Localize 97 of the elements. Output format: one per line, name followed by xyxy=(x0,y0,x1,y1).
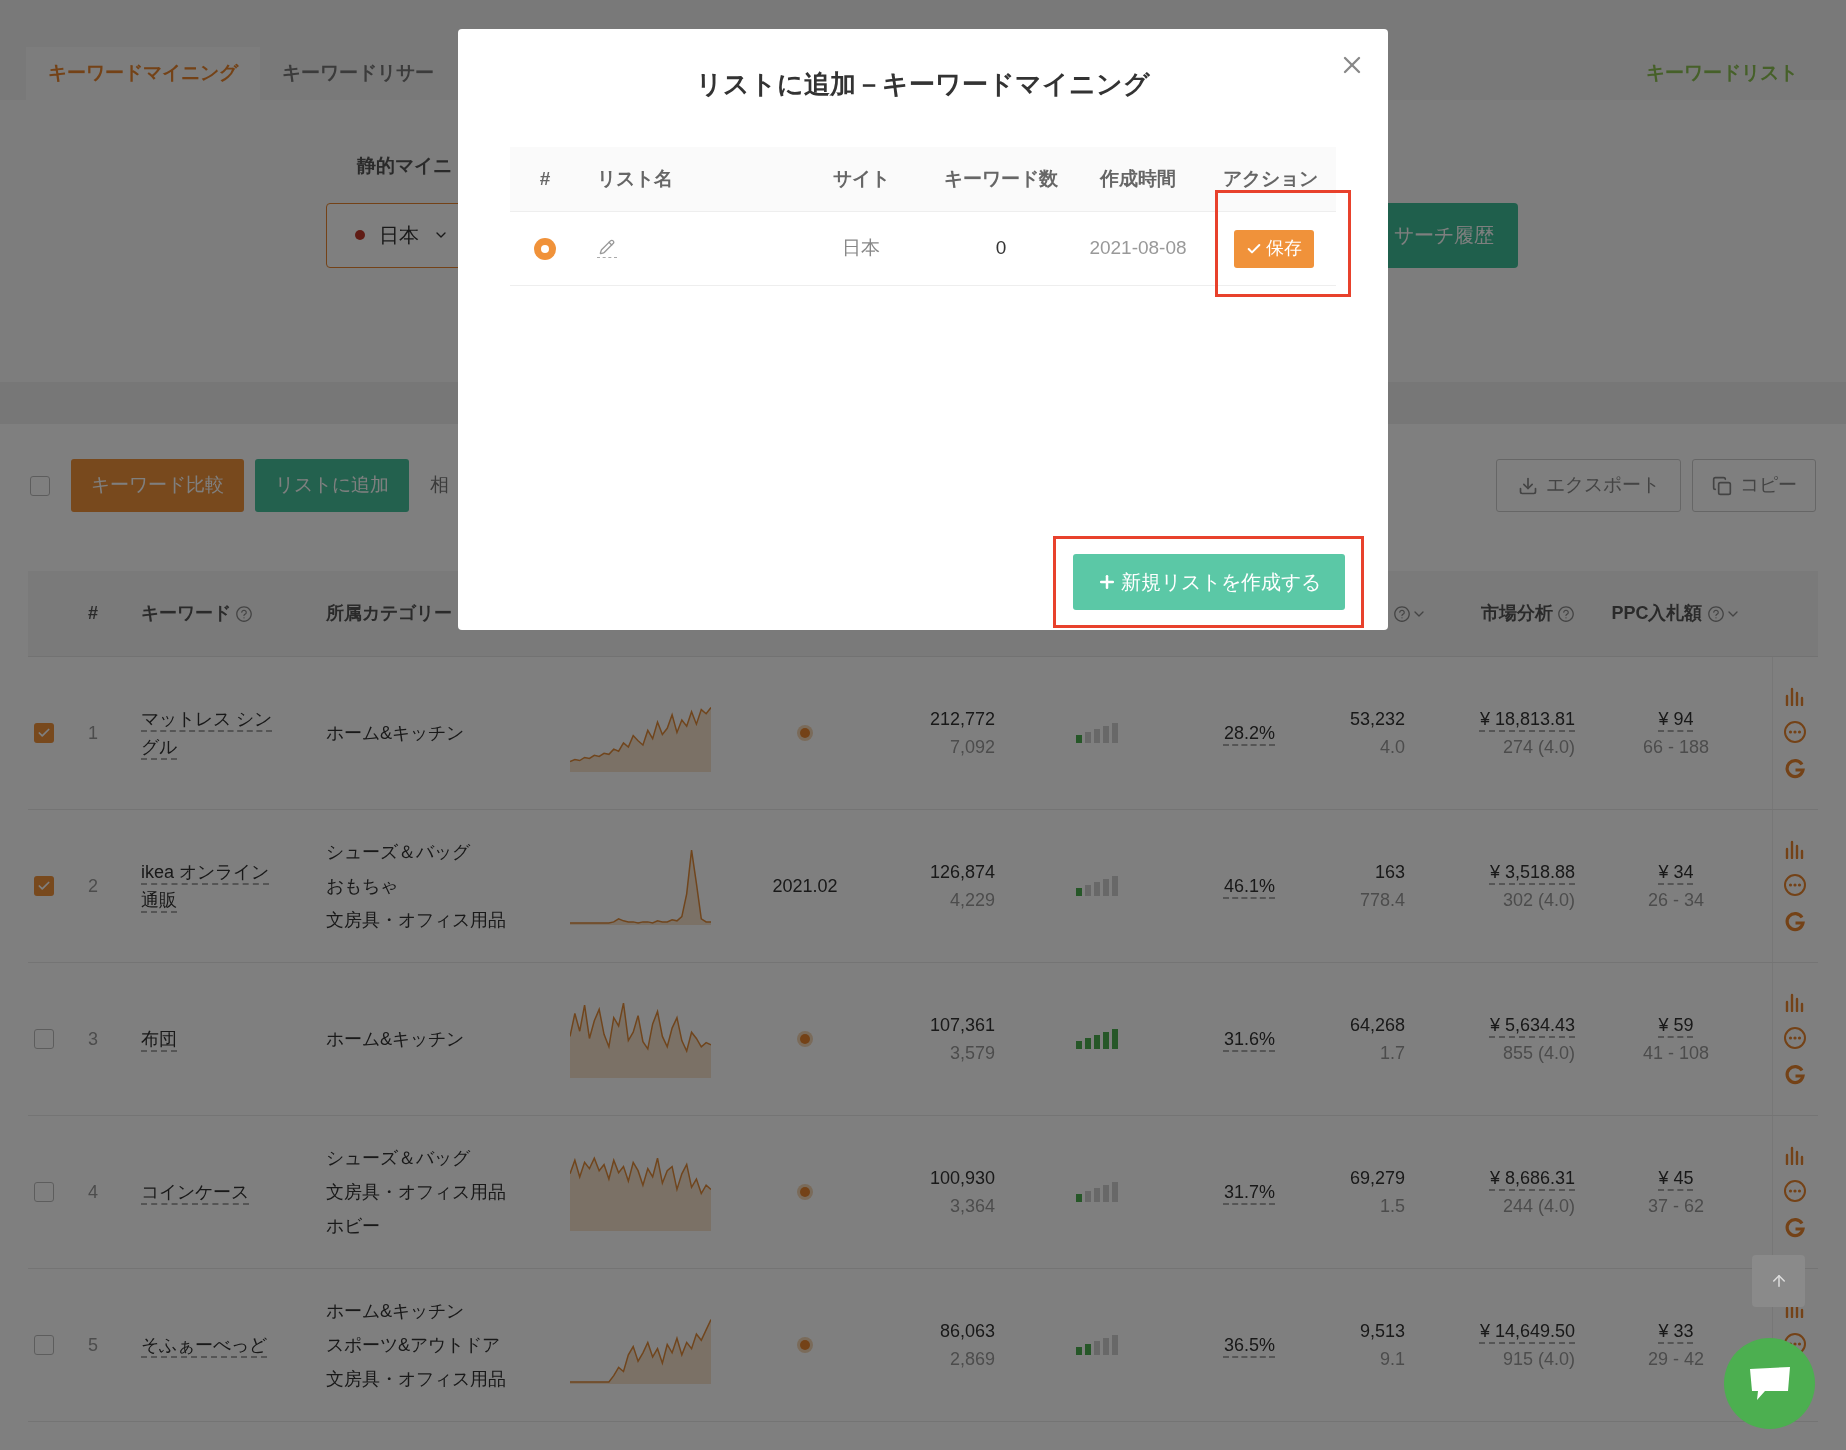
check-icon xyxy=(37,726,51,740)
g-logo-icon[interactable] xyxy=(1783,911,1806,933)
copy-button[interactable]: コピー xyxy=(1692,459,1816,512)
bar-chart-icon[interactable] xyxy=(1783,1145,1806,1165)
help-icon[interactable] xyxy=(1557,604,1575,623)
column-header: リスト名 xyxy=(596,166,674,191)
checkbox[interactable] xyxy=(34,1335,54,1355)
column-header: PPC入札額 xyxy=(1611,602,1703,625)
category-text: 文房具・オフィス用品 xyxy=(326,909,507,932)
count-value: 69,279 xyxy=(1349,1167,1405,1190)
market-value[interactable]: ¥ 18,813.81 xyxy=(1479,705,1575,733)
status-dot-icon xyxy=(797,1184,813,1200)
tab[interactable]: キーワードリサー xyxy=(260,47,456,100)
category-text: スポーツ&アウトドア xyxy=(326,1334,501,1357)
checkbox[interactable] xyxy=(30,475,50,496)
status-dot-icon xyxy=(797,1031,813,1047)
bar-chart-icon[interactable] xyxy=(1783,839,1806,859)
checkbox[interactable] xyxy=(34,876,54,896)
market-value[interactable]: ¥ 8,686.31 xyxy=(1489,1164,1575,1192)
status-dot-icon xyxy=(797,1337,813,1353)
keyword-count: 0 xyxy=(994,236,1008,261)
count-value: 64,268 xyxy=(1349,1014,1405,1037)
category-text: おもちゃ xyxy=(326,875,399,898)
market-value[interactable]: ¥ 14,649.50 xyxy=(1479,1317,1575,1345)
toolbar-text: 相 xyxy=(430,473,449,498)
help-icon[interactable] xyxy=(1706,604,1725,623)
volume-value: 126,874 xyxy=(929,861,995,884)
status-dot-icon xyxy=(797,725,813,741)
ppc-value[interactable]: ¥ 33 xyxy=(1658,1317,1694,1345)
site-text: 日本 xyxy=(841,236,881,261)
checkbox[interactable] xyxy=(34,723,54,743)
ppc-value[interactable]: ¥ 45 xyxy=(1658,1164,1694,1192)
ppc-value[interactable]: ¥ 34 xyxy=(1658,858,1694,886)
radio-button[interactable] xyxy=(534,237,556,260)
help-icon[interactable] xyxy=(1393,604,1411,623)
ppc-value[interactable]: ¥ 94 xyxy=(1658,705,1694,733)
percent-value[interactable]: 31.6% xyxy=(1223,1025,1275,1053)
column-header: # xyxy=(88,602,98,625)
g-logo-icon[interactable] xyxy=(1783,1217,1806,1239)
g-logo-icon[interactable] xyxy=(1783,758,1806,780)
category-text: ホーム&キッチン xyxy=(326,1028,465,1051)
bar-chart-icon[interactable] xyxy=(1783,992,1806,1012)
keyword-link[interactable]: そふぁーべっど xyxy=(141,1331,267,1359)
ppc-value[interactable]: ¥ 59 xyxy=(1658,1011,1694,1039)
checkbox[interactable] xyxy=(34,1182,54,1202)
volume-value: 86,063 xyxy=(939,1320,995,1343)
keyword-link[interactable]: マットレス シングル xyxy=(141,705,281,761)
more-icon[interactable] xyxy=(1782,873,1807,897)
modal-title: リストに追加－キーワードマイニング xyxy=(696,68,1150,101)
more-icon[interactable] xyxy=(1782,720,1807,744)
column-header: 作成時間 xyxy=(1098,166,1177,191)
checkbox[interactable] xyxy=(34,1029,54,1049)
copy-icon xyxy=(1711,475,1732,496)
column-header: サイト xyxy=(831,166,891,191)
bar-chart-icon[interactable] xyxy=(1783,686,1806,706)
more-icon[interactable] xyxy=(1782,1026,1807,1050)
category-text: シューズ＆バッグ xyxy=(326,841,471,864)
percent-value[interactable]: 36.5% xyxy=(1223,1331,1275,1359)
site-select-value: 日本 xyxy=(379,223,419,248)
column-header: 所属カテゴリー xyxy=(326,602,452,625)
category-text: 文房具・オフィス用品 xyxy=(326,1181,507,1204)
market-value[interactable]: ¥ 3,518.88 xyxy=(1489,858,1575,886)
column-header: # xyxy=(538,166,552,191)
column-header: キーワード数 xyxy=(943,166,1059,191)
check-icon xyxy=(37,879,51,893)
count-value: 9,513 xyxy=(1359,1320,1405,1343)
save-button[interactable]: 保存 xyxy=(1234,229,1314,268)
date-text: 2021.02 xyxy=(772,874,838,898)
percent-value[interactable]: 46.1% xyxy=(1223,872,1275,900)
volume-value: 100,930 xyxy=(929,1167,995,1190)
column-header: キーワード xyxy=(141,602,231,625)
category-text: ホーム&キッチン xyxy=(326,1300,465,1323)
market-value[interactable]: ¥ 5,634.43 xyxy=(1489,1011,1575,1039)
filter-label: 静的マイニ xyxy=(357,154,452,178)
created-time: 2021-08-08 xyxy=(1088,236,1188,261)
volume-value: 107,361 xyxy=(929,1014,995,1037)
count-value: 163 xyxy=(1374,861,1405,884)
column-header: アクション xyxy=(1221,166,1319,191)
download-icon xyxy=(1517,475,1538,496)
edit-name-icon[interactable] xyxy=(597,239,617,258)
plus-icon xyxy=(1097,572,1117,592)
g-logo-icon[interactable] xyxy=(1783,1064,1806,1086)
keyword-link[interactable]: ikea オンライン通販 xyxy=(141,858,281,914)
count-value: 53,232 xyxy=(1349,708,1405,731)
percent-value[interactable]: 31.7% xyxy=(1223,1178,1275,1206)
volume-value: 212,772 xyxy=(929,708,995,731)
category-text: ホーム&キッチン xyxy=(326,722,465,745)
category-text: シューズ＆バッグ xyxy=(326,1147,471,1170)
help-icon[interactable] xyxy=(235,604,253,623)
category-text: 文房具・オフィス用品 xyxy=(326,1368,507,1391)
keyword-link[interactable]: 布団 xyxy=(141,1025,177,1053)
export-button[interactable]: エクスポート xyxy=(1496,459,1681,512)
percent-value[interactable]: 28.2% xyxy=(1223,719,1275,747)
column-header: 市場分析 xyxy=(1481,602,1553,625)
category-text: ホビー xyxy=(326,1215,381,1238)
more-icon[interactable] xyxy=(1782,1179,1807,1203)
keyword-link[interactable]: コインケース xyxy=(141,1178,249,1206)
